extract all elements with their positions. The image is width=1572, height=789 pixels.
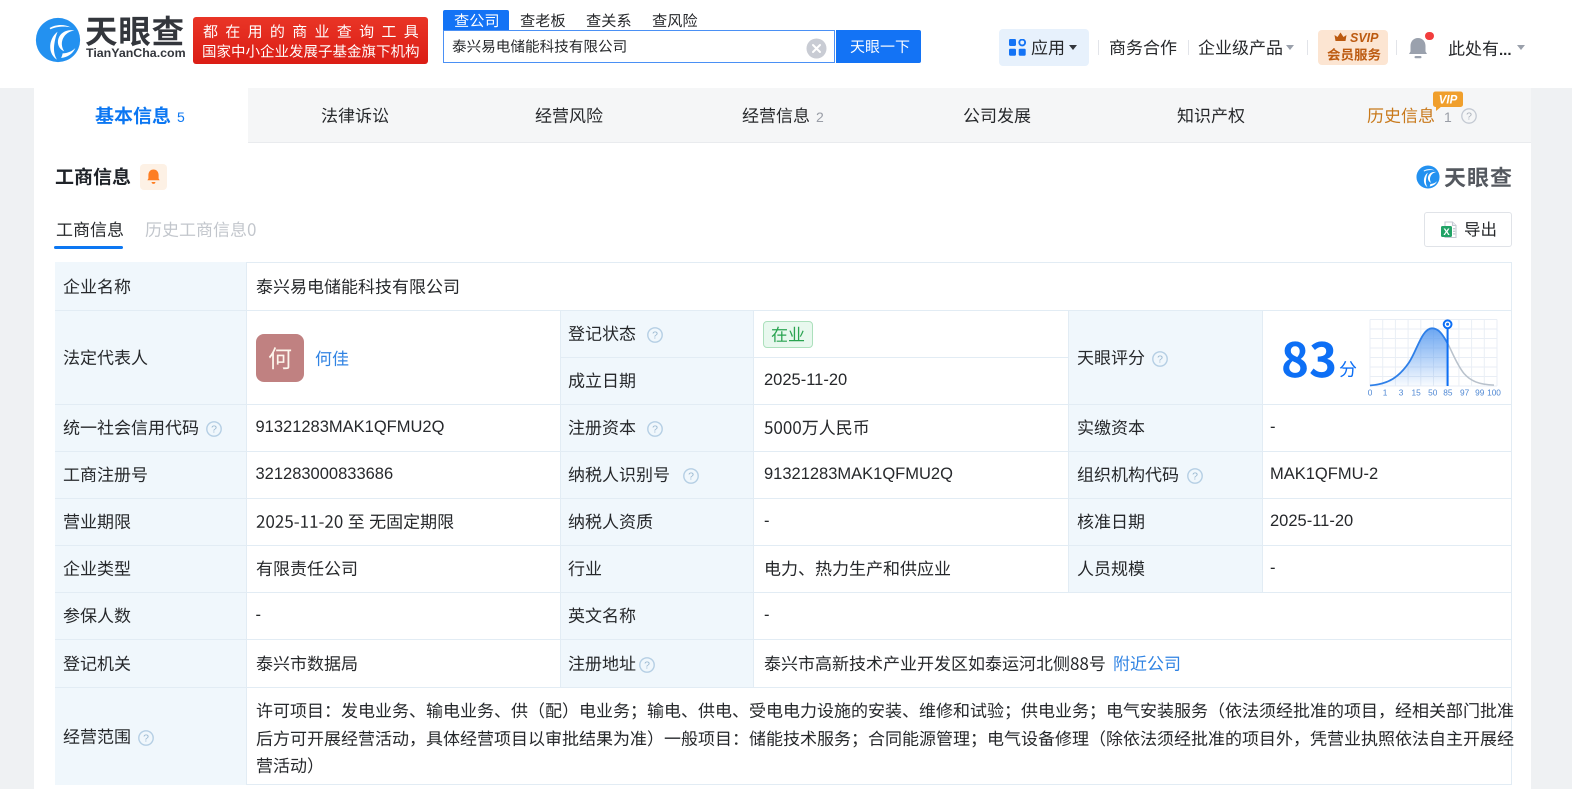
svg-text:50: 50: [1428, 388, 1438, 398]
svg-text:VIP: VIP: [1439, 95, 1458, 107]
svg-text:100: 100: [1487, 388, 1501, 398]
svg-text:?: ?: [1192, 471, 1198, 483]
svg-text:?: ?: [1157, 353, 1163, 365]
svg-text:?: ?: [652, 330, 658, 342]
svg-text:3: 3: [1399, 388, 1404, 398]
svg-text:?: ?: [1466, 110, 1472, 122]
svg-text:15: 15: [1411, 388, 1421, 398]
svg-text:85: 85: [1443, 388, 1453, 398]
svg-text:99: 99: [1475, 388, 1485, 398]
svg-text:?: ?: [652, 424, 658, 436]
svg-text:1: 1: [1383, 388, 1388, 398]
svg-text:?: ?: [688, 471, 694, 483]
svg-text:?: ?: [211, 424, 217, 436]
svg-text:0: 0: [1368, 388, 1373, 398]
svg-text:97: 97: [1460, 388, 1470, 398]
svg-text:X: X: [1443, 227, 1450, 238]
svg-text:?: ?: [644, 659, 650, 671]
svg-text:?: ?: [143, 732, 149, 744]
